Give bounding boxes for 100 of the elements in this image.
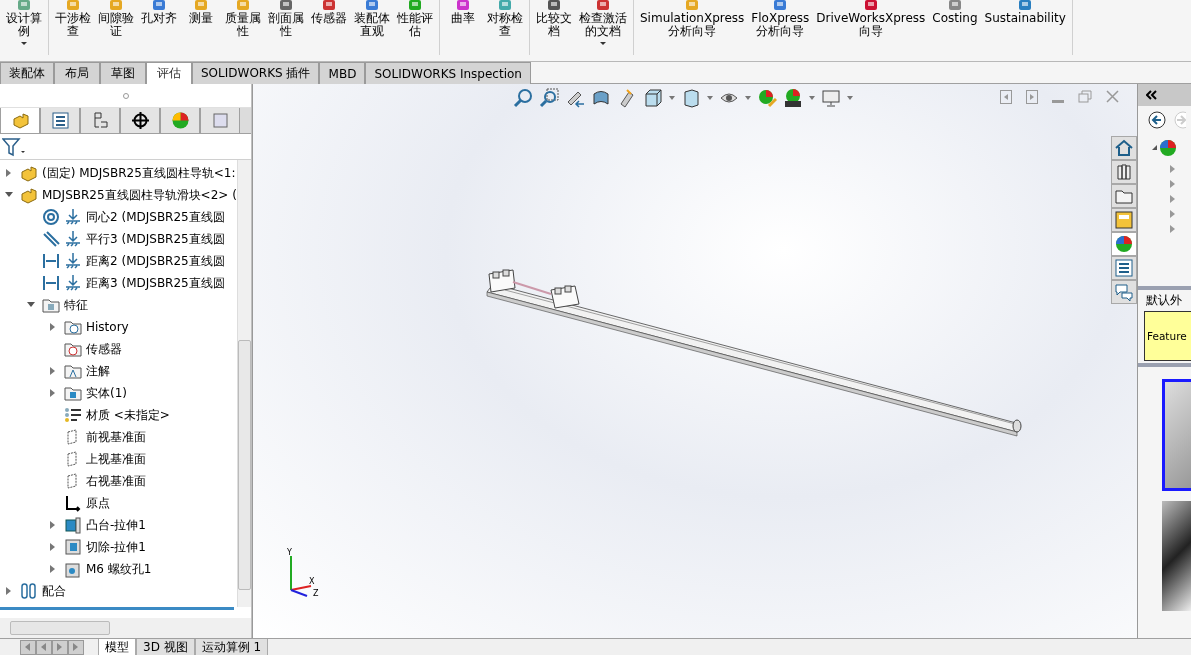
command-tab[interactable]: 评估	[146, 62, 192, 84]
ribbon-tool-button[interactable]: 剖面属 性	[266, 0, 306, 38]
ribbon-tool-button[interactable]: 检查激活 的文档	[577, 0, 629, 45]
tree-item-label[interactable]: 凸台-拉伸1	[86, 516, 146, 534]
vertical-scrollbar[interactable]	[236, 160, 251, 607]
tree-item-label[interactable]: 右视基准面	[86, 472, 146, 490]
tab-scroll-button[interactable]	[20, 639, 36, 655]
command-tab[interactable]: 装配体	[0, 62, 54, 84]
tile-right-icon[interactable]	[1026, 90, 1038, 104]
triangle-arrow-icon	[25, 643, 31, 651]
tree-item-label[interactable]: 距离3 (MDJSBR25直线圆	[86, 274, 225, 292]
dropdown-caret-icon[interactable]	[745, 96, 751, 100]
expand-arrow-icon[interactable]	[50, 389, 56, 397]
expand-arrow-icon[interactable]	[50, 323, 56, 331]
dropdown-caret-icon[interactable]	[847, 96, 853, 100]
tree-item-label[interactable]: (固定) MDJSBR25直线圆柱导轨<1:	[42, 164, 236, 182]
close-icon[interactable]	[1106, 90, 1119, 104]
ribbon-tool-button[interactable]: 对称检 查	[485, 0, 525, 38]
dropdown-caret-icon[interactable]	[669, 96, 675, 100]
appearance-swatch[interactable]	[1162, 501, 1191, 611]
tab-scroll-button[interactable]	[52, 639, 68, 655]
scene-icon[interactable]	[783, 88, 803, 108]
edit-appearance-icon[interactable]	[757, 88, 777, 108]
filter-icon[interactable]	[2, 136, 26, 157]
expand-arrow-icon[interactable]	[6, 587, 12, 595]
ribbon-tool-button[interactable]: 孔对齐	[139, 0, 179, 25]
hole-wizard-icon	[64, 560, 82, 578]
zoom-area-icon[interactable]	[539, 88, 559, 108]
task-pane-tab[interactable]	[1111, 280, 1137, 304]
tree-item-label[interactable]: MDJSBR25直线圆柱导轨滑块<2> (	[42, 186, 237, 204]
bottom-tab[interactable]: 3D 视图	[136, 638, 195, 655]
ribbon-tool-button[interactable]: 装配体 直观	[352, 0, 392, 38]
ribbon-tool-button[interactable]: 质量属 性	[223, 0, 263, 38]
manager-tab[interactable]	[120, 108, 160, 134]
ribbon-tool-button[interactable]: FloXpress 分析向导	[749, 0, 812, 38]
collapse-icon[interactable]	[1146, 90, 1158, 100]
tree-item-label[interactable]: 实体(1)	[86, 384, 127, 402]
ribbon-tool-button[interactable]: DriveWorksXpress 向导	[814, 0, 928, 38]
ribbon-tool-button[interactable]: 干涉检 查	[53, 0, 93, 38]
ribbon-tool-button[interactable]: 曲率	[444, 0, 482, 25]
manager-tab[interactable]	[40, 108, 80, 134]
dropdown-caret-icon[interactable]	[707, 96, 713, 100]
monitor-icon[interactable]	[821, 88, 841, 108]
task-pane-tab[interactable]	[1111, 232, 1137, 256]
tab-scroll-button[interactable]	[68, 639, 84, 655]
task-pane-tab[interactable]	[1111, 184, 1137, 208]
ribbon-tool-button[interactable]: Sustainability	[982, 0, 1068, 25]
command-tab[interactable]: SOLIDWORKS Inspection	[365, 62, 531, 84]
ribbon-tool-button[interactable]: 设计算 例	[4, 0, 44, 45]
part-icon	[20, 164, 38, 182]
ribbon-tool-button[interactable]: 测量	[182, 0, 220, 25]
expand-arrow-icon[interactable]	[6, 169, 12, 177]
tree-item-label[interactable]: 特征	[64, 296, 88, 314]
command-tab[interactable]: SOLIDWORKS 插件	[192, 62, 320, 84]
back-icon[interactable]	[1148, 111, 1166, 129]
tree-item-label[interactable]: History	[86, 320, 129, 334]
section-view-icon[interactable]	[591, 88, 611, 108]
tree-item-label[interactable]: 切除-拉伸1	[86, 538, 146, 556]
collapse-arrow-icon[interactable]	[27, 302, 35, 308]
tree-item-label[interactable]: 平行3 (MDJSBR25直线圆	[86, 230, 225, 248]
bottom-tab[interactable]: 模型	[98, 638, 136, 655]
appearance-swatch[interactable]	[1162, 379, 1191, 491]
ribbon-tool-button[interactable]: Costing	[930, 0, 980, 25]
ribbon-tool-button[interactable]: 性能评 估	[395, 0, 435, 38]
color-ball-icon[interactable]	[1152, 138, 1176, 158]
task-pane-tab[interactable]	[1111, 256, 1137, 280]
tree-item-label[interactable]: 原点	[86, 494, 110, 512]
zoom-fit-icon[interactable]	[513, 88, 533, 108]
tree-item-label[interactable]: 注解	[86, 362, 110, 380]
task-pane-tab[interactable]	[1111, 160, 1137, 184]
tree-item-label[interactable]: 距离2 (MDJSBR25直线圆	[86, 252, 225, 270]
ribbon-tool-button[interactable]: 间隙验 证	[96, 0, 136, 38]
horizontal-scrollbar[interactable]	[0, 618, 251, 638]
tree-item-label[interactable]: 传感器	[86, 340, 122, 358]
tree-item-label[interactable]: 前视基准面	[86, 428, 146, 446]
view-orientation-icon[interactable]	[643, 88, 663, 108]
ribbon-tool-button[interactable]: SimulationXpress 分析向导	[638, 0, 747, 38]
ribbon-tool-button[interactable]: 比较文 档	[534, 0, 574, 38]
tree-item-label[interactable]: 同心2 (MDJSBR25直线圆	[86, 208, 225, 226]
display-style-icon[interactable]	[681, 88, 701, 108]
command-tab[interactable]: 草图	[100, 62, 146, 84]
tree-item-label[interactable]: 材质 <未指定>	[86, 406, 170, 424]
expand-arrow-icon[interactable]	[50, 565, 56, 573]
expand-arrow-icon[interactable]	[50, 543, 56, 551]
command-tab[interactable]: MBD	[319, 62, 366, 84]
task-pane-tab[interactable]	[1111, 136, 1137, 160]
tree-item-label[interactable]: M6 螺纹孔1	[86, 560, 152, 578]
tab-scroll-button[interactable]	[36, 639, 52, 655]
collapse-arrow-icon[interactable]	[5, 192, 13, 198]
section-label: 默认外	[1145, 292, 1183, 309]
tree-item-label[interactable]: 上视基准面	[86, 450, 146, 468]
ribbon-tool-button[interactable]: 传感器	[309, 0, 349, 25]
dropdown-caret-icon[interactable]	[809, 96, 815, 100]
expand-arrow-icon[interactable]	[50, 521, 56, 529]
bottom-tab[interactable]: 运动算例 1	[194, 638, 269, 655]
command-tab[interactable]: 布局	[54, 62, 100, 84]
expand-arrow-icon[interactable]	[50, 367, 56, 375]
tile-left-icon[interactable]	[1000, 90, 1012, 104]
tree-item-label[interactable]: 配合	[42, 582, 66, 600]
task-pane-tab[interactable]	[1111, 208, 1137, 232]
